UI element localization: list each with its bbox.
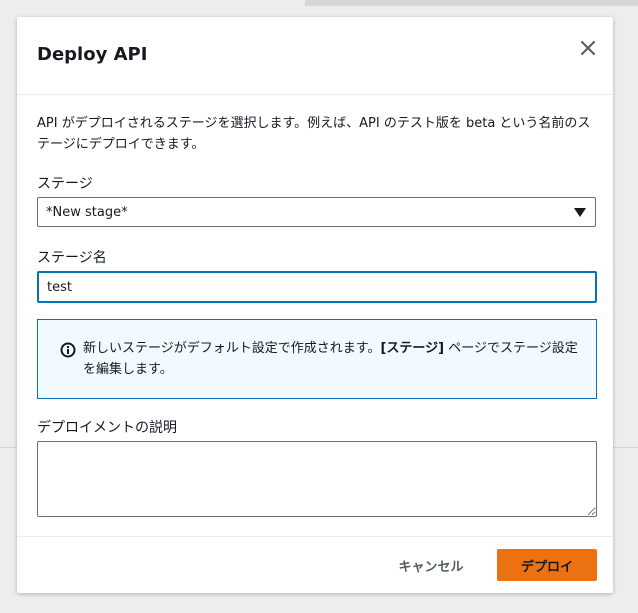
info-text-before: 新しいステージがデフォルト設定で作成されます。 <box>83 341 381 356</box>
modal-description: API がデプロイされるステージを選択します。例えば、API のテスト版を be… <box>37 116 591 152</box>
close-button[interactable] <box>577 37 599 59</box>
stage-select-value: *New stage* <box>46 205 128 220</box>
info-alert: 新しいステージがデフォルト設定で作成されます。[ステージ] ページでステージ設定… <box>37 319 597 399</box>
modal-title: Deploy API <box>37 44 148 65</box>
modal-header: Deploy API <box>17 17 613 95</box>
stage-name-label: ステージ名 <box>37 250 107 266</box>
footer-divider <box>17 536 613 537</box>
info-text-bold: [ステージ] <box>380 341 445 356</box>
cancel-button[interactable]: キャンセル <box>382 550 480 580</box>
deploy-api-modal: Deploy API API がデプロイされるステージを選択します。例えば、AP… <box>17 17 613 593</box>
info-icon <box>60 342 76 358</box>
background-topbar <box>305 0 638 6</box>
close-icon <box>581 41 595 55</box>
caret-down-icon <box>574 208 586 217</box>
stage-label: ステージ <box>37 176 93 192</box>
stage-select[interactable]: *New stage* <box>37 197 596 227</box>
deployment-description-textarea[interactable] <box>37 441 597 517</box>
deploy-button[interactable]: デプロイ <box>497 549 597 581</box>
stage-name-input[interactable] <box>37 271 597 303</box>
modal-body: API がデプロイされるステージを選択します。例えば、API のテスト版を be… <box>37 113 597 155</box>
info-text: 新しいステージがデフォルト設定で作成されます。[ステージ] ページでステージ設定… <box>83 338 583 380</box>
background-divider <box>0 447 17 448</box>
background-divider <box>613 447 638 448</box>
deployment-description-label: デプロイメントの説明 <box>37 420 177 436</box>
